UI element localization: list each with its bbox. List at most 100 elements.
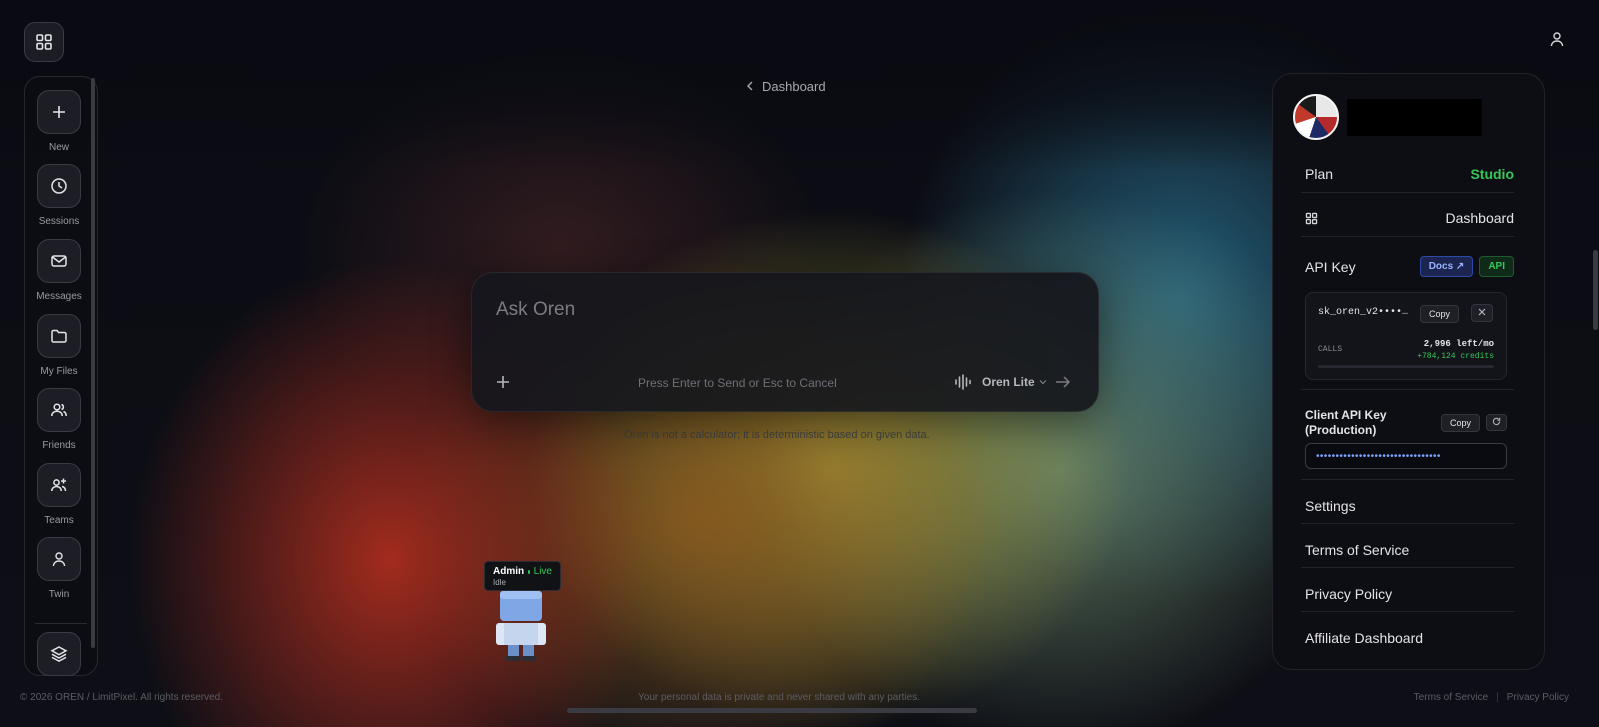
- send-arrow-icon[interactable]: [1054, 373, 1072, 391]
- my-files-button[interactable]: [37, 314, 81, 358]
- avatar[interactable]: [1293, 94, 1339, 140]
- client-api-key-field[interactable]: ••••••••••••••••••••••••••••••••: [1305, 443, 1507, 469]
- chevron-down-icon: [1039, 380, 1047, 385]
- plus-icon: [53, 106, 65, 118]
- vertical-scrollbar[interactable]: [1593, 250, 1598, 330]
- menu-item-privacy[interactable]: Privacy Policy: [1305, 586, 1514, 602]
- new-button[interactable]: [37, 90, 81, 134]
- admin-live-status: Live: [533, 566, 552, 577]
- nav-label-sessions: Sessions: [38, 216, 80, 227]
- footer-separator: |: [1496, 692, 1499, 703]
- footer-links: Terms of Service | Privacy Policy: [1414, 692, 1569, 703]
- footer-copyright: © 2026 OREN / LimitPixel. All rights res…: [20, 692, 223, 703]
- user-icon: [52, 552, 66, 567]
- live-dot-icon: [528, 569, 530, 574]
- plan-label: Plan: [1305, 166, 1334, 182]
- attach-button[interactable]: [494, 373, 512, 391]
- sidebar-divider: [35, 623, 87, 624]
- calls-label: CALLS: [1318, 345, 1343, 354]
- layers-icon: [50, 646, 68, 663]
- terms-link[interactable]: Terms of Service: [1305, 542, 1409, 558]
- folder-icon: [51, 329, 67, 343]
- copy-client-key-button[interactable]: Copy: [1441, 414, 1481, 432]
- nav-item-sessions[interactable]: Sessions: [37, 164, 81, 227]
- ask-input[interactable]: [496, 299, 1056, 321]
- dashboard-row[interactable]: Dashboard: [1305, 210, 1514, 226]
- nav-item-layers[interactable]: [37, 632, 81, 676]
- admin-name: Admin: [493, 566, 525, 577]
- footer-link-privacy[interactable]: Privacy Policy: [1507, 692, 1569, 703]
- ask-box: Press Enter to Send or Esc to Cancel Ore…: [471, 272, 1099, 412]
- twin-button[interactable]: [37, 537, 81, 581]
- friends-button[interactable]: [37, 388, 81, 432]
- horizontal-scrollbar[interactable]: [567, 708, 977, 713]
- nav-label-teams: Teams: [44, 515, 74, 526]
- admin-idle-status: Idle: [493, 578, 506, 587]
- messages-button[interactable]: [37, 239, 81, 283]
- nav-label-new: New: [48, 142, 69, 153]
- model-select-label: Oren Lite: [982, 375, 1035, 389]
- account-panel: Plan Studio Dashboard API Key Docs ↗ API …: [1272, 73, 1545, 670]
- plan-row: Plan Studio: [1305, 166, 1514, 182]
- admin-status-tooltip: Admin Live Idle: [484, 561, 561, 591]
- menu-item-terms[interactable]: Terms of Service: [1305, 542, 1514, 558]
- copy-api-key-button[interactable]: Copy: [1420, 305, 1460, 323]
- panel-divider: [1301, 523, 1514, 524]
- redacted-username: [1347, 99, 1482, 136]
- mail-icon: [51, 255, 67, 267]
- api-key-row: API Key Docs ↗ API: [1305, 256, 1514, 277]
- teams-button[interactable]: [37, 463, 81, 507]
- api-tag[interactable]: API: [1479, 256, 1514, 277]
- plus-icon: [497, 376, 509, 388]
- breadcrumb[interactable]: Dashboard: [746, 78, 826, 94]
- credits-count: +784,124 credits: [1417, 352, 1494, 361]
- voice-wave-icon[interactable]: [954, 373, 974, 391]
- nav-label-friends: Friends: [42, 440, 76, 451]
- menu-item-affiliate[interactable]: Affiliate Dashboard: [1305, 630, 1514, 646]
- nav-item-new[interactable]: New: [37, 90, 81, 153]
- footer-privacy-note: Your personal data is private and never …: [638, 692, 921, 703]
- footer-link-terms[interactable]: Terms of Service: [1414, 692, 1488, 703]
- nav-item-friends[interactable]: Friends: [37, 388, 81, 451]
- team-icon: [51, 478, 67, 492]
- refresh-client-key-button[interactable]: [1486, 414, 1507, 431]
- menu-item-settings[interactable]: Settings: [1305, 498, 1514, 514]
- nav-label-my-files: My Files: [40, 366, 78, 377]
- clock-icon: [51, 178, 67, 194]
- sidebar-scrollbar[interactable]: [91, 78, 95, 648]
- users-icon: [51, 403, 67, 417]
- api-key-label: API Key: [1305, 258, 1356, 275]
- close-api-key-button[interactable]: [1471, 304, 1493, 322]
- api-key-card: sk_oren_v2••••… Copy CALLS 2,996 left/mo…: [1305, 292, 1507, 380]
- dashboard-label: Dashboard: [1445, 210, 1515, 226]
- nav-item-twin[interactable]: Twin: [37, 537, 81, 600]
- panel-divider: [1301, 389, 1514, 390]
- nav-label-twin: Twin: [48, 589, 70, 600]
- robot-avatar-icon[interactable]: [494, 589, 548, 663]
- breadcrumb-label: Dashboard: [762, 78, 826, 94]
- api-key-value: sk_oren_v2••••…: [1318, 307, 1409, 318]
- close-icon: [1478, 308, 1486, 316]
- affiliate-dashboard-link[interactable]: Affiliate Dashboard: [1305, 630, 1423, 646]
- panel-divider: [1301, 567, 1514, 568]
- calls-progress-bar: [1318, 365, 1494, 368]
- panel-divider: [1301, 192, 1514, 193]
- privacy-link[interactable]: Privacy Policy: [1305, 586, 1392, 602]
- ask-hint: Press Enter to Send or Esc to Cancel: [638, 376, 837, 390]
- nav-item-teams[interactable]: Teams: [37, 463, 81, 526]
- refresh-icon: [1492, 417, 1501, 426]
- chevron-left-icon: [747, 81, 753, 91]
- model-select[interactable]: Oren Lite: [982, 375, 1047, 389]
- settings-link[interactable]: Settings: [1305, 498, 1356, 514]
- account-button[interactable]: [1547, 29, 1567, 49]
- grid-icon: [1305, 212, 1318, 224]
- apps-grid-button[interactable]: [24, 22, 64, 62]
- nav-label-messages: Messages: [36, 291, 82, 302]
- nav-item-messages[interactable]: Messages: [36, 239, 82, 302]
- grid-icon: [36, 34, 52, 50]
- sessions-button[interactable]: [37, 164, 81, 208]
- docs-link[interactable]: Docs ↗: [1419, 256, 1474, 277]
- client-api-key-label: Client API Key (Production): [1305, 408, 1387, 437]
- nav-item-my-files[interactable]: My Files: [37, 314, 81, 377]
- layers-button[interactable]: [37, 632, 81, 676]
